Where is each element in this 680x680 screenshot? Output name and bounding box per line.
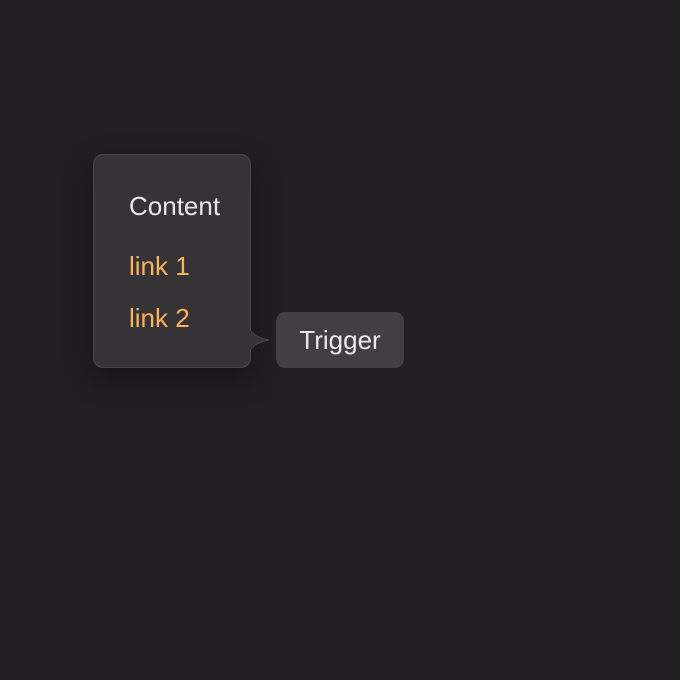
popover: Content link 1 link 2: [93, 154, 251, 368]
trigger-button[interactable]: Trigger: [276, 312, 404, 368]
popover-title: Content: [129, 191, 221, 221]
popover-link-1[interactable]: link 1: [129, 251, 190, 281]
popover-arrow: [249, 329, 270, 351]
canvas: Content link 1 link 2 Trigger: [0, 0, 680, 680]
popover-link-2[interactable]: link 2: [129, 303, 190, 333]
